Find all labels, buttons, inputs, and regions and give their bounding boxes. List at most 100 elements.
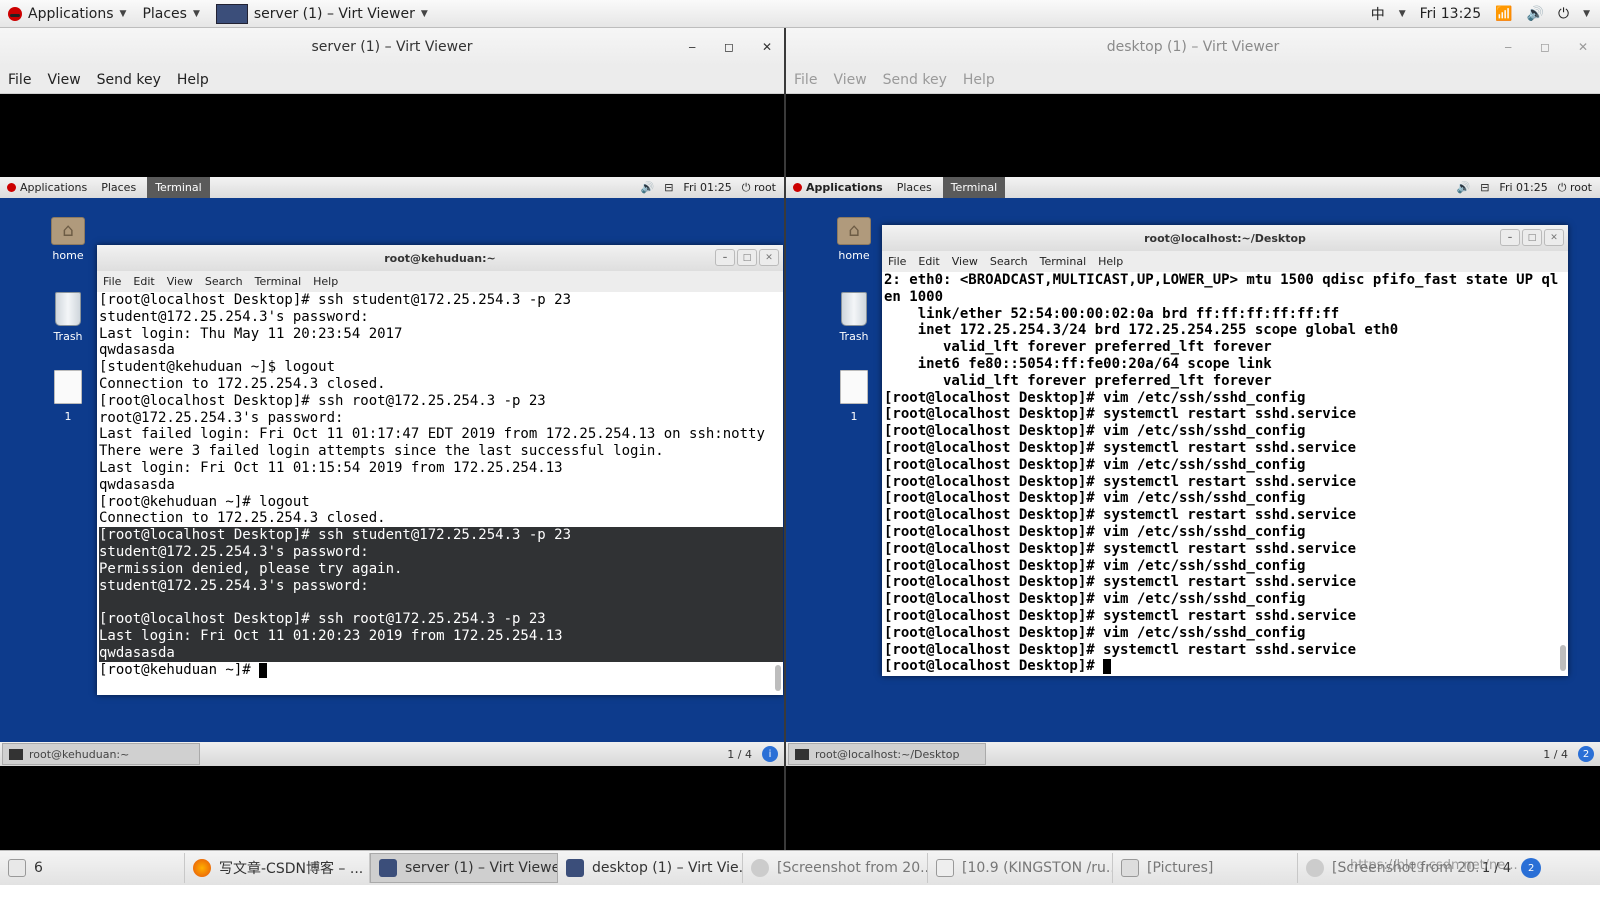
guest-places-menu[interactable]: Places <box>94 177 143 198</box>
guest-applications-label: Applications <box>20 181 88 194</box>
guest-clock[interactable]: Fri 01:25 <box>1499 181 1547 195</box>
guest-applications-menu[interactable]: Applications <box>786 177 890 198</box>
terminal-menu-terminal[interactable]: Terminal <box>255 275 302 288</box>
window-title-bar[interactable]: desktop (1) – Virt Viewer ‒ ◻ ✕ <box>786 28 1600 66</box>
workspace-indicator[interactable]: 1 / 4 <box>1543 748 1568 761</box>
minimize-button[interactable]: – <box>715 249 735 266</box>
terminal-menu-file[interactable]: File <box>888 255 906 268</box>
terminal-menu-view[interactable]: View <box>167 275 193 288</box>
terminal-menu-terminal[interactable]: Terminal <box>1040 255 1087 268</box>
terminal-line: [root@localhost Desktop]# systemctl rest… <box>884 507 1357 524</box>
desktop-icon-file[interactable]: 1 <box>826 370 882 423</box>
maximize-button[interactable]: □ <box>1522 229 1542 246</box>
terminal-menu-file[interactable]: File <box>103 275 121 288</box>
terminal-title: root@localhost:~/Desktop <box>1144 231 1306 245</box>
info-icon[interactable]: 2 <box>1521 858 1542 878</box>
input-method-indicator[interactable]: 中 <box>1371 4 1385 24</box>
terminal-output[interactable]: [root@localhost Desktop]# ssh student@17… <box>97 292 783 695</box>
workspace-indicator[interactable]: 1 / 4 <box>727 748 752 761</box>
terminal-menu-view[interactable]: View <box>952 255 978 268</box>
desktop-icon-home[interactable]: home <box>826 217 882 262</box>
terminal-menu-search[interactable]: Search <box>205 275 243 288</box>
guest-task-button[interactable]: root@kehuduan:~ <box>2 743 200 765</box>
network-icon[interactable]: ⊟ <box>1480 181 1489 195</box>
desktop-icon-trash[interactable]: Trash <box>826 292 882 343</box>
menu-file[interactable]: File <box>794 72 817 88</box>
taskbar-item-firefox[interactable]: 写文章-CSDN博客 – ... <box>185 853 370 883</box>
terminal-menu-edit[interactable]: Edit <box>918 255 939 268</box>
menu-help[interactable]: Help <box>177 72 209 88</box>
terminal-line: [root@localhost Desktop]# systemctl rest… <box>884 641 1357 658</box>
guest-terminal-menu[interactable]: Terminal <box>942 177 1006 198</box>
terminal-window[interactable]: root@localhost:~/Desktop – □ ✕ File Edit V… <box>882 225 1568 676</box>
desktop-icon-trash[interactable]: Trash <box>40 292 96 343</box>
scrollbar[interactable] <box>775 665 781 691</box>
maximize-button[interactable]: □ <box>737 249 757 266</box>
terminal-line: Last login: Fri Oct 11 01:20:23 2019 fro… <box>99 627 783 645</box>
terminal-window[interactable]: root@kehuduan:~ – □ ✕ File Edit View Searc… <box>97 245 783 695</box>
volume-icon[interactable]: 🔊 <box>1527 6 1544 22</box>
menu-help[interactable]: Help <box>963 72 995 88</box>
terminal-menu-edit[interactable]: Edit <box>133 275 154 288</box>
menu-file[interactable]: File <box>8 72 31 88</box>
terminal-menu-search[interactable]: Search <box>990 255 1028 268</box>
maximize-button[interactable]: ◻ <box>724 40 734 54</box>
window-menu[interactable]: server (1) – Virt Viewer ▼ <box>208 0 436 28</box>
guest-places-menu[interactable]: Places <box>890 177 939 198</box>
terminal-line: [root@localhost Desktop]# systemctl rest… <box>884 540 1357 557</box>
minimize-button[interactable]: ‒ <box>1504 40 1512 54</box>
menu-send-key[interactable]: Send key <box>97 72 161 88</box>
guest-display[interactable]: Applications Places Terminal 🔊 ⊟ Fri 01:… <box>786 177 1600 766</box>
terminal-title-bar[interactable]: root@localhost:~/Desktop – □ ✕ <box>882 225 1568 251</box>
close-button[interactable]: ✕ <box>1578 40 1588 54</box>
taskbar-item-text-editor[interactable]: [10.9 (KINGSTON /ru... <box>928 853 1113 883</box>
terminal-line: Last login: Fri Oct 11 01:15:54 2019 fro… <box>99 459 563 476</box>
terminal-line: inet6 fe80::5054:ff:fe00:20a/64 scope li… <box>884 355 1272 372</box>
terminal-menu-help[interactable]: Help <box>313 275 338 288</box>
guest-terminal-menu[interactable]: Terminal <box>147 177 210 198</box>
guest-task-button[interactable]: root@localhost:~/Desktop <box>788 743 986 765</box>
guest-user-menu[interactable]: ⏻ root <box>1558 181 1592 195</box>
power-icon[interactable]: ⏻ <box>1558 6 1569 22</box>
menu-send-key[interactable]: Send key <box>883 72 947 88</box>
terminal-title-bar[interactable]: root@kehuduan:~ – □ ✕ <box>97 245 783 271</box>
clock[interactable]: Fri 13:25 <box>1420 6 1481 22</box>
terminal-menu-help[interactable]: Help <box>1098 255 1123 268</box>
menu-bar: File View Send key Help <box>786 66 1600 94</box>
guest-display[interactable]: Applications Places Terminal 🔊 ⊟ Fri 01:… <box>0 177 784 766</box>
taskbar-item-server-virt-viewer[interactable]: server (1) – Virt Viewer <box>370 853 558 883</box>
guest-applications-menu[interactable]: Applications <box>0 177 94 198</box>
workspaces-count: 6 <box>34 860 43 876</box>
close-button[interactable]: ✕ <box>1544 229 1564 246</box>
network-icon[interactable]: ⊟ <box>664 181 673 195</box>
applications-menu[interactable]: Applications ▼ <box>0 0 134 28</box>
volume-icon[interactable]: 🔊 <box>1457 181 1471 195</box>
close-button[interactable]: ✕ <box>759 249 779 266</box>
minimize-button[interactable]: ‒ <box>688 40 696 54</box>
taskbar-item-desktop-virt-viewer[interactable]: desktop (1) – Virt Vie... <box>558 853 743 883</box>
scrollbar[interactable] <box>1560 645 1566 671</box>
desktop-icon-home[interactable]: home <box>40 217 96 262</box>
terminal-output[interactable]: 2: eth0: <BROADCAST,MULTICAST,UP,LOWER_U… <box>882 272 1568 676</box>
volume-icon[interactable]: 🔊 <box>641 181 655 195</box>
workspace-switcher[interactable]: 6 <box>0 853 185 883</box>
taskbar-item-pictures[interactable]: [Pictures] <box>1113 853 1298 883</box>
folder-icon <box>837 217 871 245</box>
guest-user-menu[interactable]: ⏻ root <box>742 181 776 195</box>
wifi-icon[interactable]: 📶 <box>1495 6 1512 22</box>
info-icon[interactable]: i <box>762 746 778 762</box>
taskbar-item-screenshot[interactable]: [Screenshot from 20... <box>743 853 928 883</box>
info-icon[interactable]: 2 <box>1578 746 1594 762</box>
menu-view[interactable]: View <box>833 72 866 88</box>
taskbar-item-label: [10.9 (KINGSTON /ru... <box>962 860 1113 876</box>
places-menu[interactable]: Places ▼ <box>134 0 207 28</box>
desktop-icon-file[interactable]: 1 <box>40 370 96 423</box>
close-button[interactable]: ✕ <box>762 40 772 54</box>
maximize-button[interactable]: ◻ <box>1540 40 1550 54</box>
menu-view[interactable]: View <box>47 72 80 88</box>
terminal-line: qwdasasda <box>99 476 175 493</box>
window-title-bar[interactable]: server (1) – Virt Viewer ‒ ◻ ✕ <box>0 28 784 66</box>
desktop-icon-label: Trash <box>53 330 83 343</box>
minimize-button[interactable]: – <box>1500 229 1520 246</box>
guest-clock[interactable]: Fri 01:25 <box>683 181 731 195</box>
